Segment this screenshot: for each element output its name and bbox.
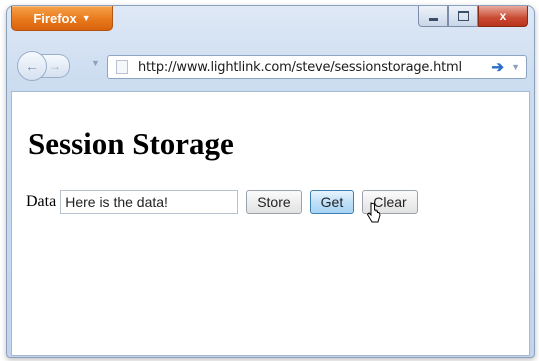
minimize-button[interactable] <box>418 6 448 27</box>
maximize-button[interactable] <box>448 6 478 27</box>
data-label: Data <box>26 193 57 210</box>
store-button[interactable]: Store <box>246 190 302 214</box>
page-content: Session Storage Data Store Get Clear <box>11 91 530 356</box>
storage-form: Data Store Get Clear <box>26 190 418 214</box>
back-button[interactable]: ← <box>17 51 47 81</box>
firefox-menu-button[interactable]: Firefox ▼ <box>11 6 113 31</box>
browser-window: Firefox ▼ x ← → ▼ http://www.lightlink.c… <box>6 5 535 358</box>
go-arrow-icon[interactable]: ➔ <box>491 58 504 76</box>
minimize-icon <box>428 17 438 21</box>
mouse-cursor-icon <box>366 202 381 223</box>
firefox-menu-label: Firefox <box>33 10 77 26</box>
forward-arrow-icon: → <box>49 59 61 73</box>
get-button[interactable]: Get <box>309 190 355 214</box>
back-forward-group: ← → <box>17 51 77 81</box>
navigation-toolbar: ← → ▼ http://www.lightlink.com/steve/ses… <box>7 46 534 86</box>
maximize-icon <box>457 11 469 21</box>
history-dropdown-icon[interactable]: ▼ <box>91 58 100 68</box>
address-bar-url[interactable]: http://www.lightlink.com/steve/sessionst… <box>138 60 462 75</box>
close-icon: x <box>499 9 507 23</box>
close-button[interactable]: x <box>478 6 528 27</box>
window-controls: x <box>418 6 528 27</box>
page-icon <box>116 60 128 74</box>
address-bar[interactable]: http://www.lightlink.com/steve/sessionst… <box>107 55 527 79</box>
firefox-menu-caret-icon: ▼ <box>81 13 91 23</box>
url-dropdown-icon[interactable]: ▼ <box>511 62 520 72</box>
data-input[interactable] <box>60 190 239 214</box>
page-title: Session Storage <box>28 126 234 161</box>
back-arrow-icon: ← <box>25 58 39 74</box>
